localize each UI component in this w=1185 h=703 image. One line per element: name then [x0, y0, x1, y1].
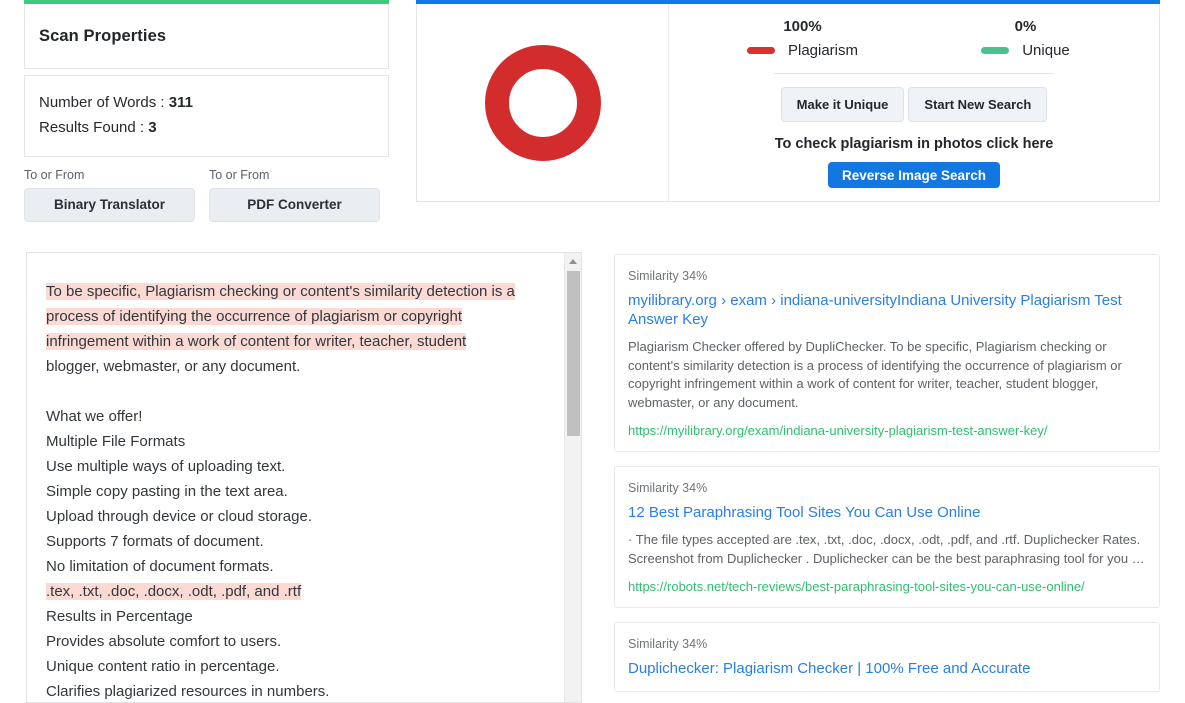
summary-body: 100% Plagiarism 0% Unique Make it Unique…: [416, 4, 1160, 202]
plain-text-span: Upload through device or cloud storage.: [46, 508, 313, 525]
scanned-text-line: infringement within a work of content fo…: [46, 329, 546, 354]
summary-details: 100% Plagiarism 0% Unique Make it Unique…: [669, 4, 1159, 201]
plain-text-span: Multiple File Formats: [46, 433, 186, 450]
pdf-converter-label: To or From: [209, 168, 270, 182]
legend-item-unique: 0% Unique: [914, 18, 1137, 59]
plagiarized-text-span: infringement within a work of content fo…: [46, 333, 467, 350]
scanned-text-line: Results in Percentage: [46, 604, 546, 629]
summary-action-buttons: Make it Unique Start New Search: [780, 87, 1048, 122]
plain-text-span: Simple copy pasting in the text area.: [46, 483, 288, 500]
plain-text-span: Results in Percentage: [46, 608, 193, 625]
summary-divider: [774, 73, 1054, 74]
word-count-value: 311: [168, 94, 193, 111]
result-title-link[interactable]: myilibrary.org › exam › indiana-universi…: [628, 291, 1146, 329]
plagiarism-percent: 100%: [783, 18, 822, 35]
results-found-label: Results Found :: [39, 119, 145, 136]
search-result-card: Similarity 34% myilibrary.org › exam › in…: [614, 254, 1160, 452]
scanned-text-line: Multiple File Formats: [46, 429, 546, 454]
plagiarism-report-page: Scan Properties Number of Words : 311 Re…: [0, 0, 1185, 703]
plagiarized-text-span: process of identifying the occurrence of…: [46, 308, 463, 325]
search-results-list: Similarity 34% myilibrary.org › exam › in…: [614, 254, 1160, 703]
tool-binary-translator: To or From Binary Translator: [24, 168, 195, 222]
search-result-card: Similarity 34% 12 Best Paraphrasing Tool …: [614, 466, 1160, 608]
scanned-text-line: No limitation of document formats.: [46, 554, 546, 579]
scan-properties-panel: Scan Properties Number of Words : 311 Re…: [24, 0, 389, 222]
plain-text-span: Use multiple ways of uploading text.: [46, 458, 286, 475]
binary-translator-label: To or From: [24, 168, 85, 182]
tool-pdf-converter: To or From PDF Converter: [209, 168, 380, 222]
search-result-card: Similarity 34% Duplichecker: Plagiarism C…: [614, 622, 1160, 692]
scanned-text-line: process of identifying the occurrence of…: [46, 304, 546, 329]
scanned-text-line: Upload through device or cloud storage.: [46, 504, 546, 529]
result-snippet: · The file types accepted are .tex, .txt…: [628, 532, 1145, 566]
scanned-text-line: .tex, .txt, .doc, .docx, .odt, .pdf, and…: [46, 579, 546, 604]
word-count-label: Number of Words :: [39, 94, 165, 111]
unique-percent: 0%: [1014, 18, 1037, 35]
scanned-text-line: Use multiple ways of uploading text.: [46, 454, 546, 479]
plagiarism-donut-chart: [484, 44, 601, 161]
start-new-search-button[interactable]: Start New Search: [908, 87, 1048, 122]
unique-legend-label: Unique: [1022, 42, 1070, 59]
results-found-row: Results Found : 3: [39, 115, 374, 140]
result-url-link[interactable]: https://robots.net/tech-reviews/best-par…: [628, 579, 1146, 594]
photo-plagiarism-note: To check plagiarism in photos click here: [774, 136, 1054, 152]
scanned-text-line: Provides absolute comfort to users.: [46, 629, 546, 654]
reverse-image-search-button[interactable]: Reverse Image Search: [827, 162, 1001, 188]
similarity-badge: Similarity 34%: [628, 637, 708, 651]
plagiarized-text-span: To be specific, Plagiarism checking or c…: [46, 283, 515, 300]
scanned-text-line: What we offer!: [46, 404, 546, 429]
scanned-text-line: To be specific, Plagiarism checking or c…: [46, 279, 546, 304]
scanned-text-scrollbar[interactable]: [564, 253, 581, 702]
scanned-text-line: blogger, webmaster, or any document.: [46, 354, 546, 379]
plain-text-span: Provides absolute comfort to users.: [46, 633, 282, 650]
donut-chart-container: [417, 4, 669, 201]
legend-swatch-red-icon: [746, 47, 775, 54]
scanned-text-line: Supports 7 formats of document.: [46, 529, 546, 554]
plagiarism-legend-row: Plagiarism: [746, 42, 859, 59]
plagiarism-legend-label: Plagiarism: [787, 42, 859, 59]
scanned-text-panel[interactable]: To be specific, Plagiarism checking or c…: [26, 252, 582, 703]
result-snippet: Plagiarism Checker offered by DupliCheck…: [628, 339, 1122, 410]
plain-text-span: Unique content ratio in percentage.: [46, 658, 280, 675]
result-title-link[interactable]: 12 Best Paraphrasing Tool Sites You Can …: [628, 503, 1146, 522]
plain-text-span: Supports 7 formats of document.: [46, 533, 264, 550]
result-title-link[interactable]: Duplichecker: Plagiarism Checker | 100% …: [628, 659, 1146, 678]
scanned-text-line: Unique content ratio in percentage.: [46, 654, 546, 679]
tools-row: To or From Binary Translator To or From …: [24, 168, 389, 222]
legend-swatch-green-icon: [981, 47, 1010, 54]
unique-legend-row: Unique: [981, 42, 1070, 59]
scanned-text-blank-line: [46, 379, 546, 404]
scanned-text-body[interactable]: To be specific, Plagiarism checking or c…: [27, 253, 564, 702]
results-found-value: 3: [148, 119, 157, 136]
scan-statistics-card: Number of Words : 311 Results Found : 3: [24, 75, 389, 157]
plain-text-span: What we offer!: [46, 408, 143, 425]
similarity-badge: Similarity 34%: [628, 269, 708, 283]
legend-item-plagiarism: 100% Plagiarism: [691, 18, 914, 59]
pdf-converter-button[interactable]: PDF Converter: [209, 188, 380, 222]
plain-text-span: No limitation of document formats.: [46, 558, 274, 575]
legend: 100% Plagiarism 0% Unique: [691, 18, 1137, 59]
scrollbar-thumb[interactable]: [567, 271, 580, 436]
binary-translator-button[interactable]: Binary Translator: [24, 188, 195, 222]
plagiarized-text-span: .tex, .txt, .doc, .docx, .odt, .pdf, and…: [46, 583, 302, 600]
scroll-up-arrow-icon[interactable]: [565, 253, 581, 269]
scan-summary-panel: 100% Plagiarism 0% Unique Make it Unique…: [416, 0, 1160, 202]
page-title: Scan Properties: [39, 26, 167, 45]
make-it-unique-button[interactable]: Make it Unique: [780, 87, 905, 122]
plain-text-span: blogger, webmaster, or any document.: [46, 358, 301, 375]
scanned-text-line: Simple copy pasting in the text area.: [46, 479, 546, 504]
scan-properties-header: Scan Properties: [25, 4, 388, 68]
similarity-badge: Similarity 34%: [628, 481, 708, 495]
plain-text-span: Clarifies plagiarized resources in numbe…: [46, 683, 330, 700]
word-count-row: Number of Words : 311: [39, 90, 374, 115]
scanned-text-line: Clarifies plagiarized resources in numbe…: [46, 679, 546, 702]
scan-properties-header-card: Scan Properties: [24, 4, 389, 69]
result-url-link[interactable]: https://myilibrary.org/exam/indiana-univ…: [628, 423, 1146, 438]
